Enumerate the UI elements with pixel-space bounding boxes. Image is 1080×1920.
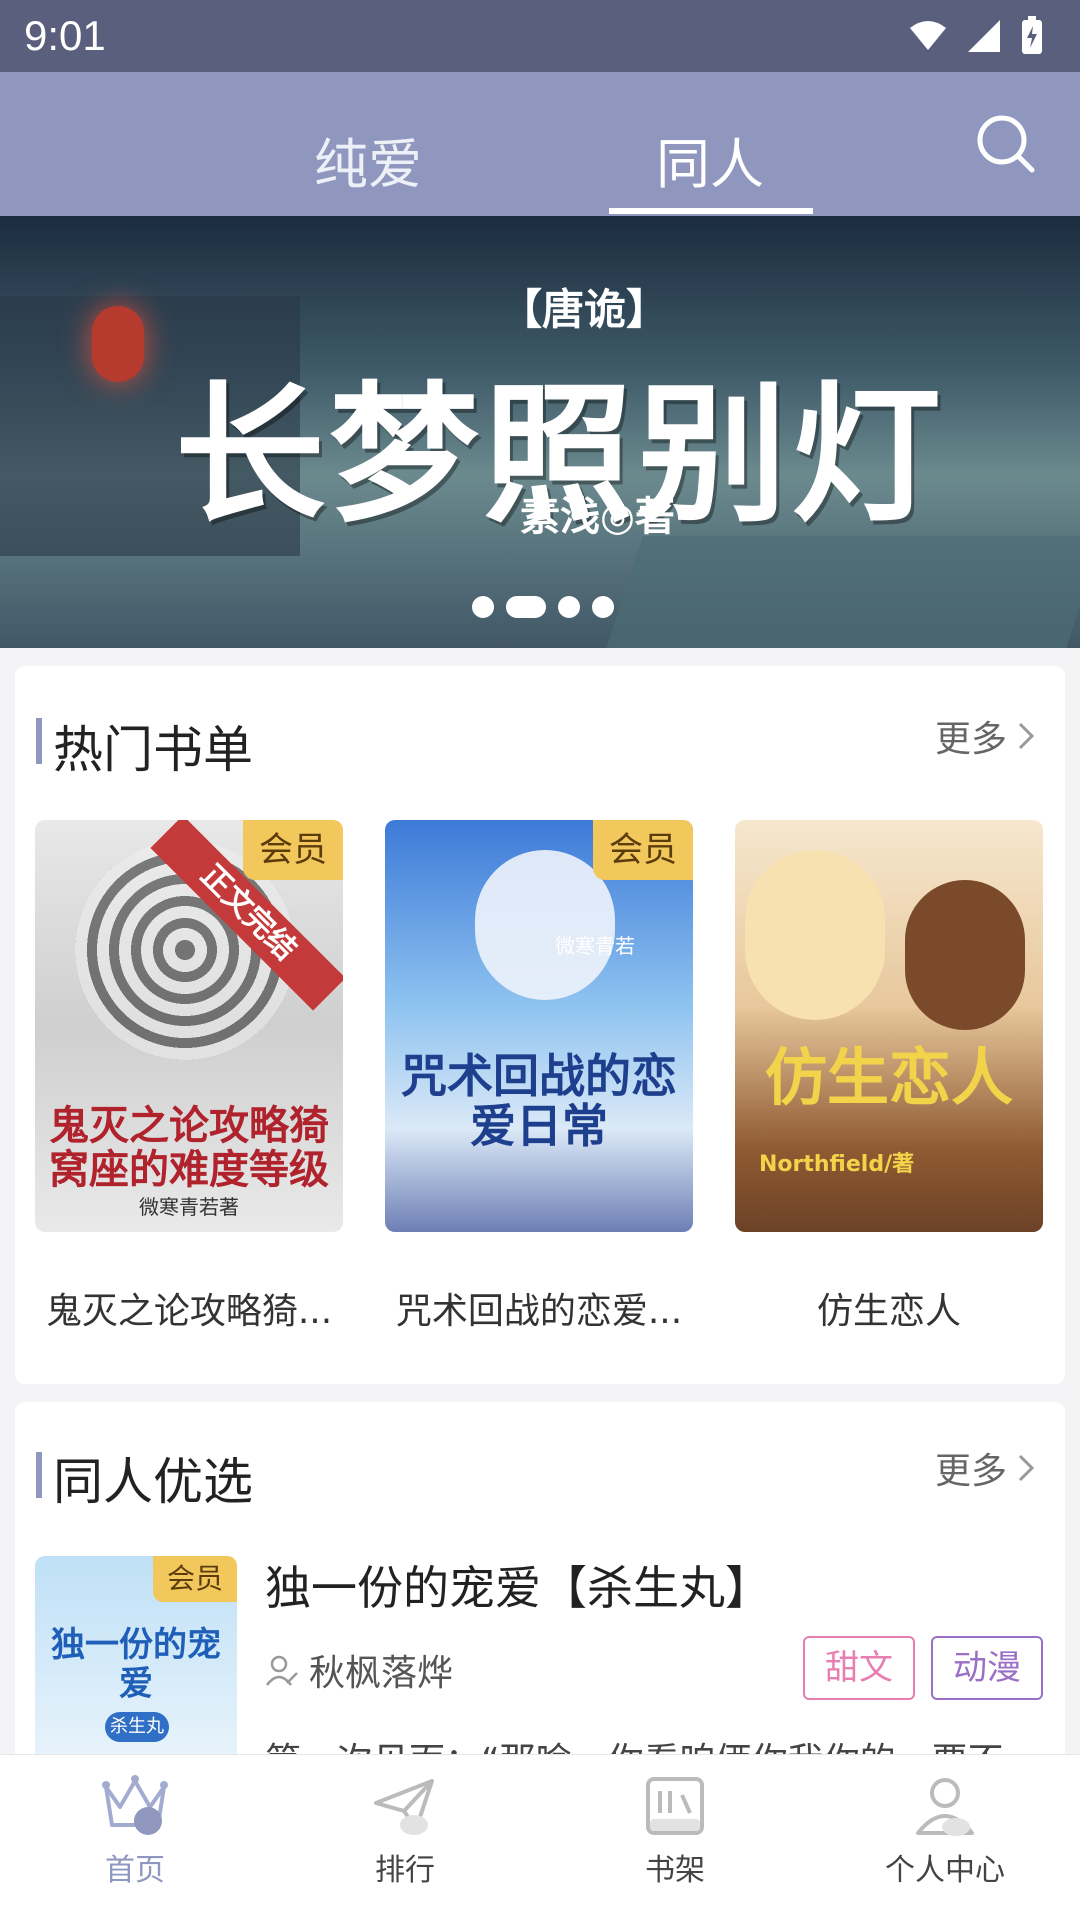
user-icon [916,1778,974,1836]
more-link[interactable]: 更多 [935,710,1035,762]
vip-badge: 会员 [593,820,693,880]
crown-icon [102,1775,168,1835]
cover-author: 微寒青若著 [139,1195,239,1219]
cover-subtitle: 杀生丸 [105,1712,169,1742]
nav-home[interactable]: 首页 [35,1773,235,1889]
cover-title: 独一份的宠爱 [51,1625,221,1705]
vip-badge: 会员 [153,1556,237,1602]
carousel-dots [472,596,614,618]
nav-profile[interactable]: 个人中心 [845,1773,1045,1889]
signal-icon [968,20,1000,52]
section-title: 同人优选 [53,1453,253,1511]
search-icon[interactable] [974,112,1038,176]
carousel-dot-active[interactable] [506,596,546,618]
book-item[interactable]: 微寒青若 咒术回战的恋爱日常 会员 咒术回战的恋爱... [385,820,693,1334]
more-label: 更多 [934,1451,1007,1492]
hot-lists-section: 热门书单 更多 正文完结 鬼灭之论攻略猗窝座的难度等级 微寒青若著 会员 鬼灭之… [15,666,1065,1384]
bookshelf-icon [646,1777,704,1835]
book-item[interactable]: 正文完结 鬼灭之论攻略猗窝座的难度等级 微寒青若著 会员 鬼灭之论攻略猗... [35,820,343,1334]
author-icon [266,1655,298,1686]
bottom-nav: 首页 排行 书架 个人中心 [0,1754,1080,1920]
chevron-right-icon [1018,722,1035,750]
cover-author: 微寒青若 [555,934,635,958]
vip-badge: 会员 [243,820,343,880]
carousel-dot[interactable] [558,596,580,618]
wifi-icon [910,21,946,50]
cover-art [905,880,1025,1030]
featured-title[interactable]: 独一份的宠爱【杀生丸】 [265,1552,771,1618]
banner-bg-roof [597,536,1080,648]
nav-ranking[interactable]: 排行 [305,1773,505,1889]
section-accent-bar [36,1452,42,1498]
status-bar: 9:01 [0,0,1080,72]
tab-tongren[interactable]: 同人 [600,120,820,199]
book-item[interactable]: 仿生恋人 Northfield/著 仿生恋人 [735,820,1043,1334]
nav-bookshelf[interactable]: 书架 [575,1773,775,1889]
banner-carousel[interactable]: 【唐诡】 长梦照别灯 素浅◎著 [0,216,1080,648]
top-header: 纯爱 同人 [0,72,1080,216]
cover-art [745,850,885,1020]
banner-subtitle: 【唐诡】 [500,285,669,334]
battery-icon [1022,16,1042,54]
book-name[interactable]: 咒术回战的恋爱... [385,1282,693,1334]
more-link[interactable]: 更多 [935,1442,1035,1494]
tag-sweet[interactable]: 甜文 [803,1636,915,1700]
book-cover[interactable]: 微寒青若 咒术回战的恋爱日常 会员 [385,820,693,1232]
tag-anime[interactable]: 动漫 [931,1636,1043,1700]
tab-chunai[interactable]: 纯爱 [258,120,478,199]
carousel-dot[interactable] [472,596,494,618]
book-cover[interactable]: 正文完结 鬼灭之论攻略猗窝座的难度等级 微寒青若著 会员 [35,820,343,1232]
cover-title: 仿生恋人 [764,1040,1013,1114]
more-label: 更多 [934,719,1007,760]
section-accent-bar [36,718,42,764]
banner-author: 素浅◎著 [520,493,675,540]
cover-title: 鬼灭之论攻略猗窝座的难度等级 [49,1102,329,1193]
nav-label: 排行 [375,1853,435,1888]
status-time: 9:01 [24,12,106,59]
book-name[interactable]: 鬼灭之论攻略猗... [35,1282,343,1334]
nav-label: 书架 [645,1853,705,1888]
section-title: 热门书单 [53,721,253,779]
paper-plane-icon [374,1779,434,1835]
book-name[interactable]: 仿生恋人 [735,1282,1043,1334]
cover-author: Northfield/著 [759,1152,915,1177]
book-cover[interactable]: 仿生恋人 Northfield/著 [735,820,1043,1232]
status-icons [908,14,1044,58]
nav-label: 个人中心 [885,1853,1005,1888]
cover-title: 咒术回战的恋爱日常 [401,1048,677,1154]
featured-author: 秋枫落烨 [265,1644,453,1696]
nav-label: 首页 [105,1853,165,1888]
chevron-right-icon [1018,1454,1035,1482]
author-name: 秋枫落烨 [309,1653,454,1694]
active-tab-indicator [609,208,813,214]
featured-cover[interactable]: 独一份的宠爱 杀生丸 会员 [35,1556,237,1756]
carousel-dot[interactable] [592,596,614,618]
